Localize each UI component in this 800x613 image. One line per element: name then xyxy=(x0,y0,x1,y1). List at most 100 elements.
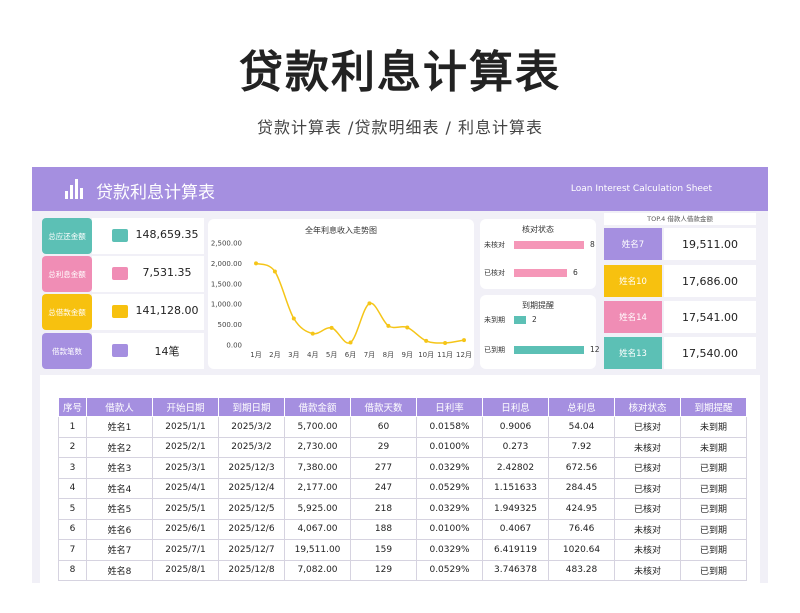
status-bar xyxy=(514,241,584,249)
x-tick-label: 6月 xyxy=(345,351,356,359)
table-header-cell: 日利息 xyxy=(482,397,549,417)
table-header-cell: 日利率 xyxy=(416,397,483,417)
table-header-cell: 总利息 xyxy=(548,397,615,417)
table-cell: 2025/2/1 xyxy=(152,436,219,458)
status-bar xyxy=(514,316,526,324)
y-tick-label: 500.00 xyxy=(218,321,243,329)
table-header-cell: 开始日期 xyxy=(152,397,219,417)
top4-amount: 17,540.00 xyxy=(664,337,756,369)
top4-amount: 17,686.00 xyxy=(664,265,756,297)
due-reminder-card: 到期提醒 未到期 2 已到期 12 xyxy=(480,295,600,369)
table-row: 2 姓名2 2025/2/1 2025/3/2 2,730.00 29 0.0100% 0.2… xyxy=(58,436,747,458)
table-cell: 2025/8/1 xyxy=(152,559,219,581)
table-cell: 未核对 xyxy=(614,559,681,581)
table-cell: 已到期 xyxy=(680,518,747,540)
top4-name: 姓名14 xyxy=(604,301,662,333)
page-subtitle: 贷款计算表 /贷款明细表 / 利息计算表 xyxy=(256,118,544,137)
table-row: 3 姓名3 2025/3/1 2025/12/3 7,380.00 277 0.0329% 2… xyxy=(58,457,747,479)
table-cell: 2.42802 xyxy=(482,457,549,479)
table-cell: 2025/4/1 xyxy=(152,477,219,499)
table-cell: 0.0529% xyxy=(416,477,483,499)
table-cell: 3.746378 xyxy=(482,559,549,581)
table-cell: 姓名6 xyxy=(86,518,153,540)
table-cell: 8 xyxy=(58,559,87,581)
top4-row: 姓名13 17,540.00 xyxy=(604,337,756,369)
table-header-cell: 借款金额 xyxy=(284,397,351,417)
data-point xyxy=(367,301,372,306)
line-chart: 2,500.00 2,000.00 1,500.00 1,000.00 500.00 0.… xyxy=(211,240,472,360)
check-status-title: 核对状态 xyxy=(522,225,554,234)
bar-chart-icon xyxy=(65,179,87,199)
table-cell: 未核对 xyxy=(614,539,681,561)
stat-body: 141,128.00 xyxy=(92,294,204,330)
table-cell: 已核对 xyxy=(614,498,681,520)
money-stack-icon xyxy=(112,229,128,242)
table-cell: 2025/3/2 xyxy=(218,436,285,458)
table-cell: 3 xyxy=(58,457,87,479)
stat-value: 141,128.00 xyxy=(135,304,199,317)
stat-body: 14笔 xyxy=(92,333,204,369)
page-title: 贷款利息计算表 xyxy=(239,47,561,98)
table-cell: 0.0529% xyxy=(416,559,483,581)
data-point xyxy=(424,338,429,343)
top4-row: 姓名14 17,541.00 xyxy=(604,301,756,333)
table-cell: 0.0329% xyxy=(416,539,483,561)
top4-row: 姓名10 17,686.00 xyxy=(604,265,756,297)
table-cell: 2025/12/4 xyxy=(218,477,285,499)
table-header-cell: 到期提醒 xyxy=(680,397,747,417)
table-cell: 672.56 xyxy=(548,457,615,479)
data-point xyxy=(272,269,277,274)
top4-row: 姓名7 19,511.00 xyxy=(604,228,756,260)
stat-value: 148,659.35 xyxy=(135,228,199,241)
top4-amount: 17,541.00 xyxy=(664,301,756,333)
table-cell: 已核对 xyxy=(614,477,681,499)
stat-label: 借款笔数 xyxy=(42,333,92,369)
table-cell: 7,380.00 xyxy=(284,457,351,479)
table-cell: 姓名2 xyxy=(86,436,153,458)
table-cell: 2025/6/1 xyxy=(152,518,219,540)
stat-body: 148,659.35 xyxy=(92,218,204,254)
table-cell: 2025/3/2 xyxy=(218,416,285,438)
table-cell: 76.46 xyxy=(548,518,615,540)
table-cell: 0.0100% xyxy=(416,436,483,458)
top4-title: TOP.4 借款人借款金额 xyxy=(604,213,756,225)
loan-table: 序号 借款人 开始日期 到期日期 借款金额 借款天数 日利率 日利息 总利息 核对状态 到期提醒 1… xyxy=(58,397,747,581)
table-cell: 已到期 xyxy=(680,539,747,561)
table-row: 5 姓名5 2025/5/1 2025/12/5 5,925.00 218 0.0329% 1… xyxy=(58,498,747,520)
status-row: 未到期 2 xyxy=(484,314,594,326)
status-row: 已到期 12 xyxy=(484,344,600,356)
status-bar xyxy=(514,269,567,277)
table-cell: 1020.64 xyxy=(548,539,615,561)
table-cell: 19,511.00 xyxy=(284,539,351,561)
table-cell: 2025/12/7 xyxy=(218,539,285,561)
table-cell: 2025/5/1 xyxy=(152,498,219,520)
table-row: 6 姓名6 2025/6/1 2025/12/6 4,067.00 188 0.0100% 0… xyxy=(58,518,747,540)
top4-amount: 19,511.00 xyxy=(664,228,756,260)
status-count: 6 xyxy=(573,268,578,277)
stat-label: 总借款金额 xyxy=(42,294,92,330)
banner-title: 贷款利息计算表 xyxy=(96,183,215,203)
top4-name: 姓名13 xyxy=(604,337,662,369)
table-cell: 6.419119 xyxy=(482,539,549,561)
table-cell: 2,730.00 xyxy=(284,436,351,458)
x-tick-label: 9月 xyxy=(402,351,413,359)
x-tick-label: 7月 xyxy=(364,351,375,359)
table-row: 1 姓名1 2025/1/1 2025/3/2 5,700.00 60 0.0158% 0.9… xyxy=(58,416,747,438)
check-status-card: 核对状态 未核对 8 已核对 6 xyxy=(480,219,596,289)
table-cell: 2025/12/3 xyxy=(218,457,285,479)
table-cell: 姓名4 xyxy=(86,477,153,499)
table-cell: 7.92 xyxy=(548,436,615,458)
wallet-icon xyxy=(112,344,128,357)
stat-label: 总应还金额 xyxy=(42,218,92,254)
table-header-cell: 序号 xyxy=(58,397,87,417)
status-row: 已核对 6 xyxy=(484,267,594,279)
spreadsheet-area: 贷款利息计算表 Loan Interest Calculation Sheet … xyxy=(32,167,768,583)
status-row: 未核对 8 xyxy=(484,239,595,251)
data-point xyxy=(462,338,466,343)
x-tick-label: 5月 xyxy=(326,351,337,359)
data-point xyxy=(254,261,258,266)
table-cell: 已核对 xyxy=(614,416,681,438)
table-cell: 2025/3/1 xyxy=(152,457,219,479)
status-label: 未到期 xyxy=(484,316,505,324)
table-cell: 0.0158% xyxy=(416,416,483,438)
